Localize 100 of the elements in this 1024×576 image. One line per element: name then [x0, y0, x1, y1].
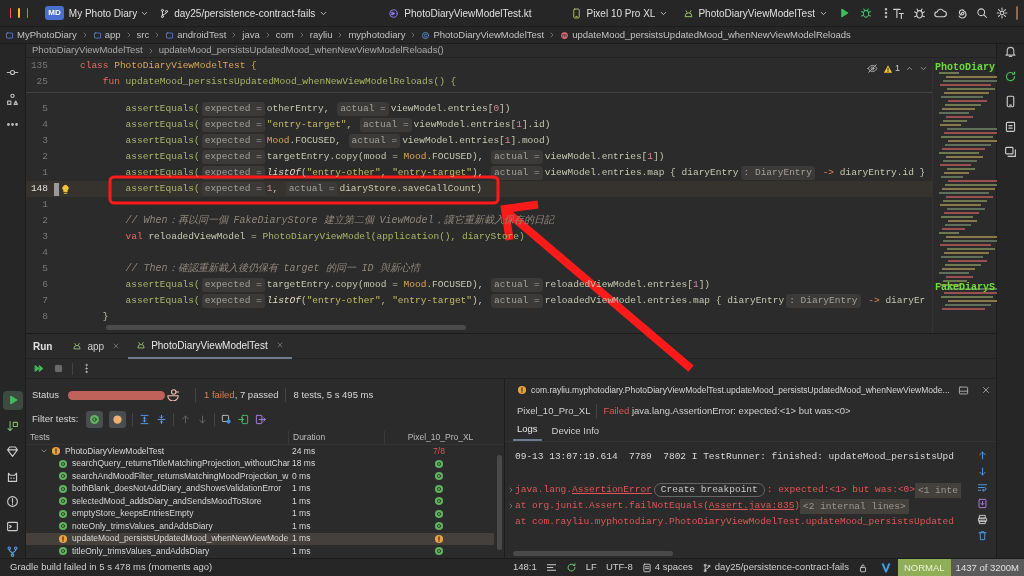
inlay-hint: expected =: [201, 293, 265, 309]
line-number: 148: [29, 181, 48, 196]
breadcrumb[interactable]: com: [275, 27, 294, 43]
line-number: 1: [41, 165, 48, 180]
code-text: assertEquals(: [125, 149, 200, 164]
inlay-hint: actual =: [359, 117, 412, 133]
line-separator[interactable]: LF: [585, 560, 597, 575]
test-duration: 18 ms: [291, 457, 317, 471]
breadcrumb[interactable]: app: [92, 27, 121, 43]
line-number: 7: [41, 293, 48, 308]
inlay-hint: expected =: [201, 101, 265, 117]
code-text: fun updateMood_persistsUpdatedMood_whenNewViewModelReloads() {: [102, 74, 457, 89]
log-line: 09-13 13:07:19.614 7789 7802 I TestRunner: finished: updateMood_persistsUpd: [515, 450, 955, 464]
code-text: -> diaryEntry.id }: [821, 165, 926, 180]
breadcrumb[interactable]: src: [136, 27, 150, 43]
branch-selector[interactable]: day25/persistence-contract-fails: [159, 5, 329, 21]
code-text: 1,: [266, 181, 280, 196]
tab[interactable]: app: [64, 333, 129, 359]
log-text: java.lang.AssertionError: [515, 482, 652, 497]
file-tab[interactable]: PhotoDiaryViewModelTest.kt: [388, 5, 532, 21]
test-name[interactable]: titleOnly_trimsValues_andAddsDiary: [72, 544, 210, 558]
inlay-hint: : DiaryEntry: [740, 165, 815, 181]
code-text: viewModel.entries[1].id): [413, 117, 551, 132]
code-text: viewModel.entries[1].mood): [402, 133, 551, 148]
project-badge: MD: [45, 6, 64, 20]
tab[interactable]: Device Info: [547, 423, 604, 441]
line-number: 5: [41, 101, 48, 116]
filter-label: Filter tests:: [32, 411, 79, 426]
log-text: at com.rayliu.myphotodiary.PhotoDiaryViewModelTest.updateMood_persistsUpdated: [515, 514, 954, 529]
inlay-hint: actual =: [491, 293, 543, 309]
breadcrumb[interactable]: java: [242, 27, 260, 43]
test-duration: 1 ms: [291, 519, 312, 533]
test-name[interactable]: selectedMood_addsDiary_andSendsMoodToStore: [72, 494, 262, 508]
code-text: viewModel.entries.map { diaryEntry: [544, 165, 739, 180]
breadcrumb[interactable]: rayliu: [309, 27, 333, 43]
test-name[interactable]: updateMood_persistsUpdatedMood_whenNewViewMode: [72, 532, 289, 546]
inlay-hint: actual =: [491, 165, 543, 181]
inlay-hint: actual =: [285, 181, 338, 197]
code-text: assertEquals(: [125, 133, 200, 148]
test-name[interactable]: emptyStore_keepsEntriesEmpty: [72, 507, 194, 521]
test-title: com.rayliu.myphotodiary.PhotoDiaryViewModelTest.updateMood_persistsUpdatedMood_whenNewViewMode...: [531, 383, 950, 397]
inlay-hint: expected =: [201, 149, 265, 165]
memory-indicator[interactable]: 1437 of 3200M: [950, 558, 1024, 576]
code-text: assertEquals(: [125, 117, 200, 132]
device-selector[interactable]: Pixel 10 Pro XL: [571, 5, 669, 21]
test-name[interactable]: searchQuery_returnsTitleMatchingProjection_withoutChar: [72, 457, 290, 471]
test-count: 8 tests, 5 s 495 ms: [293, 387, 374, 402]
line-number: 4: [41, 117, 48, 132]
test-name[interactable]: noteOnly_trimsValues_andAddsDiary: [72, 519, 213, 533]
result-summary: 1 failed, 7 passed: [204, 387, 279, 402]
inlay-hint: actual =: [491, 277, 543, 293]
breadcrumb[interactable]: MyPhotoDiary: [5, 27, 77, 43]
minimap-label: FakeDiaryS: [935, 281, 995, 295]
breadcrumb[interactable]: androidTest: [165, 27, 227, 43]
breadcrumb[interactable]: PhotoDiaryViewModelTest: [32, 43, 143, 58]
project-selector[interactable]: My Photo Diary: [68, 5, 150, 21]
code-text: assertEquals(: [125, 277, 200, 292]
inlay-hint: expected =: [201, 181, 265, 197]
branch-status[interactable]: day25/persistence-contract-fails: [701, 560, 849, 575]
code-comment: // When：再以同一個 FakeDiaryStore 建立第二個 ViewModel，讓它重新載入保存的日記: [125, 213, 554, 229]
file-encoding[interactable]: UTF-8: [605, 560, 633, 575]
column-header: Pixel_10_Pro_XL: [384, 431, 496, 444]
code-text: assertEquals(: [125, 165, 200, 180]
tab[interactable]: PhotoDiaryViewModelTest: [128, 333, 292, 359]
line-number: 2: [41, 149, 48, 164]
tab[interactable]: Logs: [513, 421, 542, 441]
code-text: targetEntry.copy(mood = Mood.FOCUSED),: [266, 149, 485, 164]
test-duration: 1 ms: [291, 494, 312, 508]
folded-lines[interactable]: <2 internal lines>: [800, 498, 909, 514]
code-comment: // Then：確認重新載入後仍保有 target 的同一 ID 與新心情: [125, 261, 420, 277]
run-config-selector[interactable]: PhotoDiaryViewModelTest: [683, 5, 828, 21]
breadcrumb[interactable]: PhotoDiaryViewModelTest: [421, 27, 545, 43]
device-result: 7/8: [433, 444, 445, 458]
code-text: viewModel.entries[0]): [390, 101, 511, 116]
breadcrumb[interactable]: updateMood_persistsUpdatedMood_whenNewViewModelReloads(): [158, 43, 444, 58]
test-name[interactable]: bothBlank_doesNotAddDiary_andShowsValidationError: [72, 482, 282, 496]
code-text: class PhotoDiaryViewModelTest {: [80, 58, 257, 73]
indent-setting[interactable]: 4 spaces: [641, 560, 693, 575]
breadcrumb[interactable]: myphotodiary: [348, 27, 406, 43]
breadcrumb[interactable]: updateMood_persistsUpdatedMood_whenNewViewModelReloads: [560, 27, 851, 43]
failure-message: Failed java.lang.AssertionError: expected:<1> but was:<0>: [602, 403, 851, 418]
test-name[interactable]: searchAndMoodFilter_returnsMatchingMoodProjection_w: [72, 469, 289, 483]
log-text: : expected:<1> but was:<0>: [766, 482, 915, 497]
test-duration: 0 ms: [291, 469, 312, 483]
build-status[interactable]: Gradle build failed in 5 s 478 ms (moments ago): [10, 560, 213, 575]
test-duration: 1 ms: [291, 544, 312, 558]
code-text: otherEntry,: [266, 101, 331, 116]
inlay-hint: expected =: [201, 117, 265, 133]
code-text: assertEquals(: [125, 101, 200, 116]
test-name[interactable]: PhotoDiaryViewModelTest: [65, 444, 165, 458]
warning-counter[interactable]: 1: [883, 62, 900, 76]
code-text: listOf("entry-other", "entry-target"),: [266, 165, 485, 180]
line-number: 3: [41, 133, 48, 148]
log-text: at org.junit.Assert.failNotEquals(Assert.java:835): [515, 498, 801, 513]
panel-title: Run: [33, 339, 53, 354]
cursor-position[interactable]: 148:1: [513, 560, 537, 575]
test-duration: 1 ms: [291, 532, 312, 546]
folded-lines[interactable]: <1 inte: [915, 482, 961, 498]
inlay-hint: expected =: [201, 133, 265, 149]
test-duration: 1 ms: [291, 507, 312, 521]
